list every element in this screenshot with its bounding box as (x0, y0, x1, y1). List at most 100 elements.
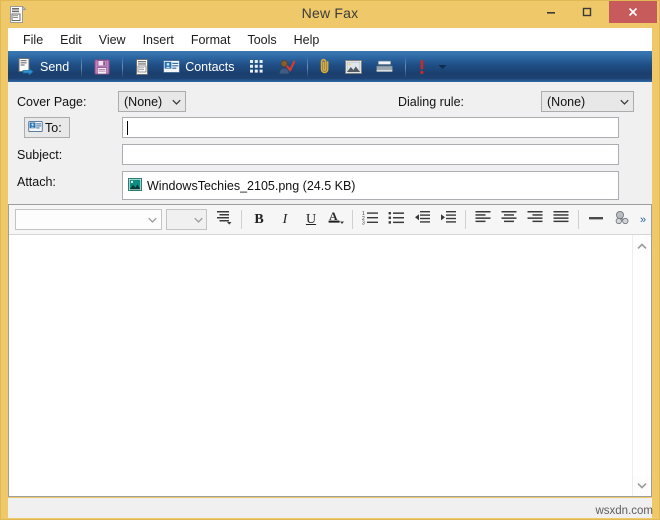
scanner-button[interactable] (370, 53, 399, 81)
subject-input[interactable] (122, 144, 619, 165)
underline-icon: U (305, 211, 317, 227)
menu-format[interactable]: Format (183, 31, 240, 49)
text-caret (127, 120, 128, 135)
menu-edit[interactable]: Edit (52, 31, 91, 49)
menu-view[interactable]: View (91, 31, 135, 49)
scroll-down-button[interactable] (633, 476, 651, 494)
to-button[interactable]: To: (24, 117, 70, 138)
attach-file-button[interactable] (314, 53, 337, 81)
menu-file[interactable]: File (15, 31, 52, 49)
underline-button[interactable]: U (298, 207, 324, 233)
toolbar-separator (352, 210, 353, 229)
message-editor-panel: B I U A 1 2 3 » (8, 204, 652, 497)
main-toolbar: Send Contacts (8, 51, 652, 82)
italic-button[interactable]: I (272, 207, 298, 233)
contacts-card-icon (28, 119, 43, 137)
insert-link-button[interactable] (609, 207, 635, 233)
align-left-button[interactable] (470, 207, 496, 233)
subject-label: Subject: (17, 148, 63, 162)
toolbar-separator (122, 55, 124, 78)
menu-tools[interactable]: Tools (239, 31, 285, 49)
chevron-down-icon (190, 217, 206, 223)
dialing-rule-select[interactable]: (None) (541, 91, 634, 112)
menu-help[interactable]: Help (286, 31, 329, 49)
dialing-rule-value: (None) (547, 94, 586, 109)
dial-pad-icon (249, 59, 264, 74)
fax-window: New Fax File Edit View Insert Format Too… (0, 0, 660, 520)
contacts-card-icon (163, 60, 181, 73)
dial-pad-button[interactable] (243, 53, 270, 81)
insert-picture-button[interactable] (339, 53, 368, 81)
chevron-down-icon (616, 99, 633, 105)
save-button[interactable] (88, 53, 116, 81)
attachment-name: WindowsTechies_2105.png (24.5 KB) (147, 178, 356, 193)
align-right-button[interactable] (522, 207, 548, 233)
align-center-icon (501, 210, 517, 229)
font-name-select[interactable] (15, 209, 162, 230)
dialing-rule-label: Dialing rule: (397, 95, 464, 109)
formatting-toolbar: B I U A 1 2 3 » (9, 205, 651, 235)
bulleted-list-button[interactable] (383, 207, 409, 233)
cover-page-button[interactable] (129, 53, 155, 81)
scanner-icon (375, 60, 393, 73)
to-input[interactable] (122, 117, 619, 138)
send-fax-icon (18, 58, 35, 75)
scroll-up-button[interactable] (633, 237, 651, 255)
close-button[interactable] (609, 1, 657, 23)
title-bar: New Fax (1, 1, 659, 28)
toolbar-separator (578, 210, 579, 229)
horizontal-rule-icon (588, 211, 604, 229)
toolbar-separator (404, 55, 406, 78)
minimize-button[interactable] (536, 1, 566, 23)
check-names-icon (278, 59, 295, 75)
paragraph-style-button[interactable] (211, 207, 237, 233)
align-left-icon (475, 210, 491, 229)
message-body-input[interactable] (9, 235, 633, 496)
attachment-list[interactable]: WindowsTechies_2105.png (24.5 KB) (122, 171, 619, 200)
font-color-button[interactable]: A (324, 207, 348, 233)
fax-header-fields: Cover Page: (None) Dialing rule: (None) (8, 82, 652, 204)
paragraph-style-icon (216, 210, 233, 230)
contacts-label: Contacts (185, 59, 235, 74)
menu-insert[interactable]: Insert (135, 31, 183, 49)
chevron-down-icon (168, 99, 185, 105)
menu-bar: File Edit View Insert Format Tools Help (8, 28, 652, 51)
scrollbar-track[interactable] (633, 255, 651, 476)
status-bar (8, 498, 652, 518)
toolbar-separator (465, 210, 466, 229)
chevron-down-icon (438, 64, 447, 70)
send-label: Send (40, 59, 70, 74)
align-right-icon (527, 210, 543, 229)
svg-text:3: 3 (362, 220, 365, 224)
font-color-icon: A (328, 209, 345, 230)
toolbar-overflow-button[interactable]: » (635, 207, 651, 233)
decrease-indent-icon (414, 210, 431, 230)
vertical-scrollbar[interactable] (632, 235, 651, 496)
send-button[interactable]: Send (12, 53, 75, 81)
toolbar-separator (306, 55, 308, 78)
increase-indent-icon (440, 210, 457, 230)
toolbar-separator (81, 55, 83, 78)
check-names-button[interactable] (272, 53, 301, 81)
high-priority-icon (418, 59, 426, 75)
align-center-button[interactable] (496, 207, 522, 233)
justify-button[interactable] (548, 207, 574, 233)
numbered-list-button[interactable]: 1 2 3 (357, 207, 383, 233)
maximize-button[interactable] (572, 1, 602, 23)
high-priority-button[interactable] (412, 53, 432, 81)
bold-button[interactable]: B (246, 207, 272, 233)
attach-paperclip-icon (320, 58, 331, 75)
font-size-select[interactable] (165, 209, 207, 230)
image-file-icon (128, 177, 142, 194)
horizontal-rule-button[interactable] (583, 207, 609, 233)
cover-page-select[interactable]: (None) (118, 91, 186, 112)
contacts-button[interactable]: Contacts (157, 53, 240, 81)
insert-picture-icon (344, 59, 362, 74)
cover-page-label: Cover Page: (17, 95, 87, 109)
increase-indent-button[interactable] (435, 207, 461, 233)
decrease-indent-button[interactable] (409, 207, 435, 233)
watermark-label: wsxdn.com (595, 505, 653, 517)
insert-link-icon (614, 210, 631, 230)
priority-dropdown-button[interactable] (434, 53, 451, 81)
numbered-list-icon: 1 2 3 (362, 210, 379, 230)
